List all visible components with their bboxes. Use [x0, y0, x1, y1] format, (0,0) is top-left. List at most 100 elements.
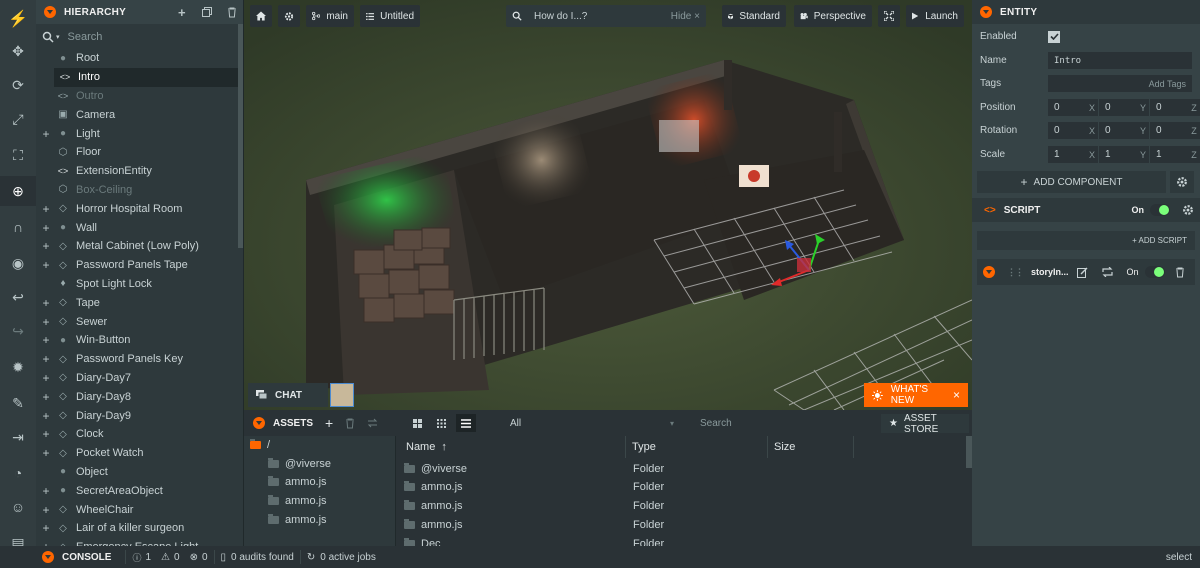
light-icon[interactable]: ✹: [0, 352, 36, 382]
tree-item[interactable]: ⬡ Box-Ceiling: [36, 181, 243, 200]
discord-icon[interactable]: ☺: [0, 492, 36, 522]
settings-button[interactable]: [278, 5, 300, 27]
tree-item[interactable]: + ◇ Password Panels Key: [36, 350, 243, 369]
column-size[interactable]: Size: [768, 436, 854, 458]
branch-button[interactable]: main: [306, 5, 354, 27]
folder-tree-item[interactable]: ammo.js: [244, 492, 395, 511]
expand-icon[interactable]: +: [40, 446, 52, 460]
add-component-button[interactable]: + ADD COMPONENT: [977, 171, 1166, 193]
asset-row[interactable]: ammo.js Folder: [396, 497, 961, 516]
tree-item[interactable]: ● Object: [36, 463, 243, 482]
tree-item[interactable]: ▣ Camera: [36, 105, 243, 124]
grid-small-icon[interactable]: [432, 415, 450, 431]
position-y-field[interactable]: 0: [1099, 99, 1137, 116]
gear-icon[interactable]: [1182, 204, 1194, 216]
expand-icon[interactable]: +: [40, 296, 52, 310]
tree-item[interactable]: + ◇ Password Panels Tape: [36, 256, 243, 275]
position-x-field[interactable]: 0: [1048, 99, 1086, 116]
refresh-icon[interactable]: [1101, 267, 1113, 277]
add-asset-icon[interactable]: +: [325, 415, 333, 431]
rotation-y-field[interactable]: 0: [1099, 122, 1137, 139]
hierarchy-search[interactable]: ▾ Search: [36, 24, 243, 49]
standard-button[interactable]: Standard: [722, 5, 786, 27]
tags-field[interactable]: Add Tags: [1048, 75, 1192, 92]
edit-icon[interactable]: [1076, 267, 1088, 278]
rotate-icon[interactable]: ⟳: [0, 70, 36, 100]
eye-icon[interactable]: ◉: [0, 248, 36, 278]
hide-help-button[interactable]: Hide ×: [671, 11, 700, 22]
asset-row[interactable]: @viverse Folder: [396, 459, 961, 478]
help-search[interactable]: How do I...? Hide ×: [506, 5, 706, 27]
column-type[interactable]: Type: [626, 436, 768, 458]
expand-icon[interactable]: +: [40, 503, 52, 517]
expand-icon[interactable]: +: [40, 202, 52, 216]
tree-item[interactable]: + ◇ Diary-Day7: [36, 369, 243, 388]
folder-tree-item[interactable]: ammo.js: [244, 473, 395, 492]
asset-row[interactable]: ammo.js Folder: [396, 478, 961, 497]
tree-item[interactable]: + ◇ Tape: [36, 293, 243, 312]
tree-item[interactable]: + ◇ Clock: [36, 425, 243, 444]
refresh-icon[interactable]: [367, 418, 378, 428]
hierarchy-search-input[interactable]: Search: [68, 31, 103, 43]
column-name[interactable]: Name ↑: [400, 436, 626, 458]
tree-item[interactable]: <> Outro: [36, 87, 243, 106]
script-toggle[interactable]: [1150, 204, 1170, 216]
tree-item[interactable]: ⬡ Floor: [36, 143, 243, 162]
tree-item[interactable]: + ● Wall: [36, 218, 243, 237]
expand-icon[interactable]: +: [40, 390, 52, 404]
rotation-x-field[interactable]: 0: [1048, 122, 1086, 139]
asset-row[interactable]: Dec Folder: [396, 534, 961, 546]
collapse-icon[interactable]: [253, 417, 265, 429]
asset-row[interactable]: ammo.js Folder: [396, 515, 961, 534]
enter-icon[interactable]: ⇥: [0, 422, 36, 452]
component-settings-button[interactable]: [1170, 171, 1194, 193]
tree-item[interactable]: + ● Light: [36, 124, 243, 143]
scale-z-field[interactable]: 1: [1150, 146, 1188, 163]
chat-button[interactable]: CHAT: [248, 383, 328, 407]
user-avatar[interactable]: [330, 383, 354, 407]
name-field[interactable]: Intro: [1048, 52, 1192, 69]
console-toggle-icon[interactable]: [42, 551, 54, 563]
expand-icon[interactable]: +: [40, 352, 52, 366]
asset-search-input[interactable]: Search: [692, 414, 877, 432]
add-script-button[interactable]: + ADD SCRIPT: [977, 231, 1195, 250]
collapse-icon[interactable]: [44, 6, 56, 18]
edit-icon[interactable]: ✎: [0, 388, 36, 418]
redo-icon[interactable]: ↪: [0, 316, 36, 346]
grid-large-icon[interactable]: [408, 415, 426, 431]
expand-icon[interactable]: +: [40, 258, 52, 272]
search-dropdown-icon[interactable]: ▾: [56, 33, 60, 41]
list-view-icon[interactable]: [456, 414, 476, 432]
script-item-toggle[interactable]: [1144, 266, 1165, 278]
github-icon[interactable]: ◔: [0, 458, 36, 488]
tree-item[interactable]: + ◇ Diary-Day8: [36, 387, 243, 406]
launch-button[interactable]: Launch: [906, 5, 964, 27]
tree-item[interactable]: + ◇ Horror Hospital Room: [36, 199, 243, 218]
whats-new-button[interactable]: WHAT'S NEW ×: [864, 383, 968, 407]
tree-item[interactable]: + ◇ WheelChair: [36, 500, 243, 519]
collapse-icon[interactable]: [983, 266, 995, 278]
magnet-icon[interactable]: ∩: [0, 212, 36, 242]
add-entity-icon[interactable]: +: [172, 2, 192, 22]
position-z-field[interactable]: 0: [1150, 99, 1188, 116]
expand-icon[interactable]: +: [40, 127, 52, 141]
tree-item[interactable]: ● Root: [36, 49, 243, 68]
logo-icon[interactable]: ⚡: [0, 4, 36, 34]
perspective-button[interactable]: Perspective: [794, 5, 872, 27]
tree-item[interactable]: + ● SecretAreaObject: [36, 481, 243, 500]
tree-item[interactable]: + ◇ Pocket Watch: [36, 444, 243, 463]
delete-asset-icon[interactable]: [345, 418, 355, 429]
tree-item[interactable]: + ● Win-Button: [36, 331, 243, 350]
scale-y-field[interactable]: 1: [1099, 146, 1137, 163]
tree-item[interactable]: + ◇ Diary-Day9: [36, 406, 243, 425]
collapse-icon[interactable]: [980, 6, 992, 18]
expand-icon[interactable]: +: [40, 333, 52, 347]
folder-tree-item[interactable]: @viverse: [244, 455, 395, 474]
expand-icon[interactable]: +: [40, 371, 52, 385]
tree-item[interactable]: + ◇ Lair of a killer surgeon: [36, 519, 243, 538]
rotation-z-field[interactable]: 0: [1150, 122, 1188, 139]
tree-item[interactable]: <> ExtensionEntity: [36, 162, 243, 181]
console-label[interactable]: CONSOLE: [62, 552, 111, 563]
folder-tree-item[interactable]: /: [244, 436, 395, 455]
expand-icon[interactable]: +: [40, 239, 52, 253]
